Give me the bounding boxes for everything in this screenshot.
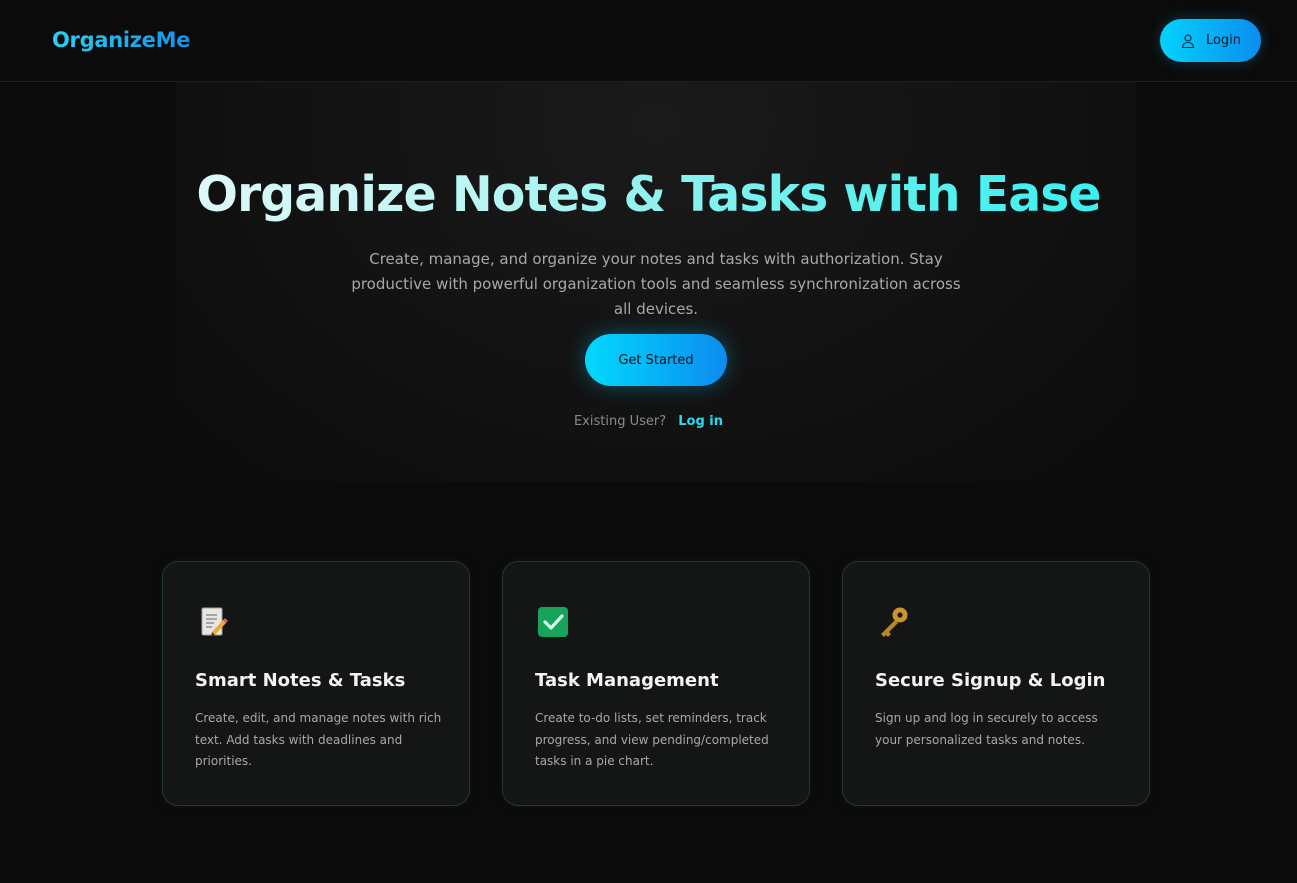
memo-icon bbox=[201, 607, 228, 636]
key-icon bbox=[881, 607, 908, 637]
feature-card-notes: Smart Notes & Tasks Create, edit, and ma… bbox=[162, 561, 470, 806]
login-button-label: Login bbox=[1205, 33, 1242, 48]
hero-title: Organize Notes & Tasks with Ease bbox=[0, 166, 1297, 223]
feature-card-security: Secure Signup & Login Sign up and log in… bbox=[842, 561, 1150, 806]
feature-description: Sign up and log in securely to access yo… bbox=[875, 711, 1098, 747]
user-icon bbox=[1181, 33, 1195, 48]
brand-logo[interactable]: OrganizeMe bbox=[52, 28, 190, 52]
feature-title: Secure Signup & Login bbox=[875, 670, 1106, 691]
hero-subtitle: Create, manage, and organize your notes … bbox=[351, 250, 961, 318]
checkmark-icon bbox=[538, 607, 568, 637]
login-button[interactable]: Login bbox=[1160, 19, 1261, 62]
navbar: OrganizeMe Login bbox=[0, 0, 1297, 82]
feature-card-tasks: Task Management Create to-do lists, set … bbox=[502, 561, 810, 806]
existing-user-row: Existing User? Log in bbox=[0, 414, 1297, 429]
feature-title: Task Management bbox=[535, 670, 719, 691]
feature-description: Create, edit, and manage notes with rich… bbox=[195, 711, 442, 768]
feature-title: Smart Notes & Tasks bbox=[195, 670, 406, 691]
feature-description: Create to-do lists, set reminders, track… bbox=[535, 711, 769, 768]
get-started-button[interactable]: Get Started bbox=[585, 334, 727, 386]
login-link[interactable]: Log in bbox=[678, 414, 723, 429]
existing-user-prompt: Existing User? bbox=[573, 414, 667, 429]
